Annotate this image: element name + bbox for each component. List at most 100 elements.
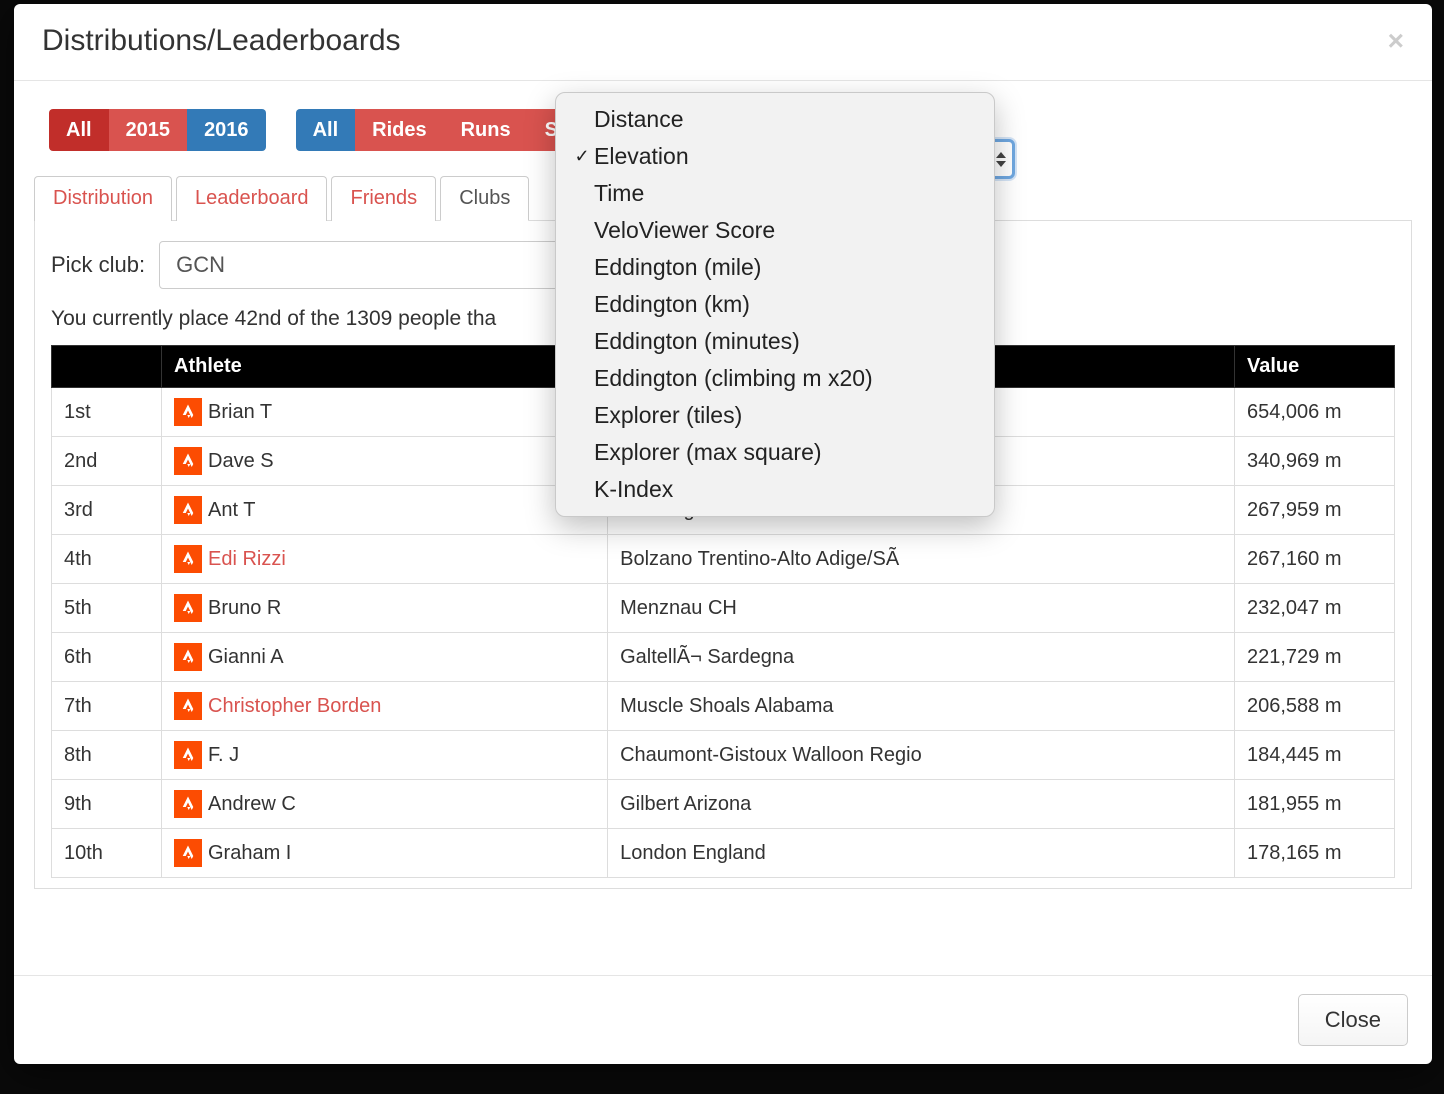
location-cell: Chaumont-Gistoux Walloon Regio [608,731,1235,780]
rank-cell: 6th [52,633,162,682]
tab-leaderboard[interactable]: Leaderboard [176,176,327,221]
athlete-cell[interactable]: F. J [162,731,608,780]
strava-icon[interactable] [174,692,202,720]
athlete-name[interactable]: Dave S [208,450,274,473]
value-cell: 184,445 m [1235,731,1395,780]
strava-icon[interactable] [174,594,202,622]
year-filter-2015[interactable]: 2015 [109,109,188,151]
location-cell: London England [608,829,1235,878]
value-cell: 221,729 m [1235,633,1395,682]
tab-friends[interactable]: Friends [331,176,436,221]
backdrop-tick: 45 mins [995,1067,1062,1088]
check-icon: ✓ [570,146,594,167]
backdrop-tick: 2,500 m [664,1067,730,1088]
athlete-cell[interactable]: Edi Rizzi [162,535,608,584]
athlete-cell[interactable]: Ant T [162,486,608,535]
backdrop-tick: 75 km [349,1067,400,1088]
table-row: 10thGraham ILondon England178,165 m [52,829,1395,878]
year-filter-2016[interactable]: 2016 [187,109,266,151]
dropdown-item-label: Time [594,180,644,207]
table-row: 7th Christopher Borden Muscle Shoals Alaba… [52,682,1395,731]
club-input[interactable] [159,241,559,289]
dropdown-item-distance[interactable]: Distance [556,101,994,138]
dropdown-item-label: Elevation [594,143,689,170]
dropdown-item-label: Eddington (minutes) [594,328,800,355]
value-cell: 267,959 m [1235,486,1395,535]
athlete-name[interactable]: Brian T [208,401,272,424]
athlete-name[interactable]: Andrew C [208,793,296,816]
strava-icon[interactable] [174,545,202,573]
value-cell: 267,160 m [1235,535,1395,584]
tab-distribution[interactable]: Distribution [34,176,172,221]
dropdown-item-explorer-tiles-[interactable]: Explorer (tiles) [556,397,994,434]
athlete-cell[interactable]: Dave S [162,437,608,486]
dropdown-item-time[interactable]: Time [556,175,994,212]
athlete-name[interactable]: Graham I [208,842,291,865]
athlete-cell[interactable]: Christopher Borden [162,682,608,731]
modal-footer: Close [14,975,1432,1064]
rank-cell: 2nd [52,437,162,486]
pick-club-label: Pick club: [51,252,145,278]
dropdown-item-eddington-minutes-[interactable]: Eddington (minutes) [556,323,994,360]
value-cell: 181,955 m [1235,780,1395,829]
col-athlete: Athlete [162,346,608,388]
dropdown-item-label: VeloViewer Score [594,217,775,244]
type-filter-all[interactable]: All [296,109,356,151]
dropdown-item-label: Distance [594,106,683,133]
backdrop-tick: 1 hour [1161,1067,1216,1088]
dropdown-item-veloviewer-score[interactable]: VeloViewer Score [556,212,994,249]
rank-cell: 8th [52,731,162,780]
location-cell: Gilbert Arizona [608,780,1235,829]
athlete-cell[interactable]: Gianni A [162,633,608,682]
strava-icon[interactable] [174,447,202,475]
dropdown-item-eddington-climbing-m-x20-[interactable]: Eddington (climbing m x20) [556,360,994,397]
athlete-name[interactable]: Bruno R [208,597,281,620]
year-filter-all[interactable]: All [49,109,109,151]
value-cell: 340,969 m [1235,437,1395,486]
type-filter-runs[interactable]: Runs [444,109,528,151]
athlete-name[interactable]: Christopher Borden [208,695,381,718]
athlete-name[interactable]: Ant T [208,499,255,522]
strava-icon[interactable] [174,496,202,524]
athlete-name[interactable]: Gianni A [208,646,284,669]
col-value: Value [1235,346,1395,388]
col-rank [52,346,162,388]
athlete-cell[interactable]: Brian T [162,388,608,437]
dropdown-item-label: Explorer (max square) [594,439,822,466]
athlete-cell[interactable]: Bruno R [162,584,608,633]
backdrop-tick: 3,000 m [830,1067,896,1088]
dropdown-item-eddington-mile-[interactable]: Eddington (mile) [556,249,994,286]
dropdown-item-label: Explorer (tiles) [594,402,742,429]
strava-icon[interactable] [174,839,202,867]
rank-cell: 3rd [52,486,162,535]
athlete-name[interactable]: Edi Rizzi [208,548,286,571]
dropdown-item-eddington-km-[interactable]: Eddington (km) [556,286,994,323]
athlete-name[interactable]: F. J [208,744,239,767]
strava-icon[interactable] [174,643,202,671]
rank-cell: 7th [52,682,162,731]
athlete-cell[interactable]: Andrew C [162,780,608,829]
location-cell: Bolzano Trentino-Alto Adige/SÃ [608,535,1235,584]
dropdown-item-label: Eddington (km) [594,291,750,318]
tab-clubs[interactable]: Clubs [440,176,529,221]
table-row: 5thBruno RMenznau CH232,047 m [52,584,1395,633]
location-cell: Menznau CH [608,584,1235,633]
close-button[interactable]: Close [1298,994,1408,1046]
dropdown-item-k-index[interactable]: K-Index [556,471,994,508]
location-cell: Muscle Shoals Alabama [608,682,1235,731]
table-row: 6thGianni AGaltellÃ¬ Sardegna221,729 m [52,633,1395,682]
strava-icon[interactable] [174,741,202,769]
year-filter-group: All20152016 [49,109,266,151]
athlete-cell[interactable]: Graham I [162,829,608,878]
strava-icon[interactable] [174,398,202,426]
rank-cell: 9th [52,780,162,829]
rank-cell: 5th [52,584,162,633]
strava-icon[interactable] [174,790,202,818]
modal-title: Distributions/Leaderboards [42,24,401,58]
type-filter-rides[interactable]: Rides [355,109,443,151]
close-icon[interactable]: × [1388,25,1404,57]
dropdown-item-elevation[interactable]: ✓Elevation [556,138,994,175]
backdrop-tick: 40 km [49,1067,100,1088]
dropdown-item-explorer-max-square-[interactable]: Explorer (max square) [556,434,994,471]
backdrop-tick: 2,000 m [499,1067,565,1088]
